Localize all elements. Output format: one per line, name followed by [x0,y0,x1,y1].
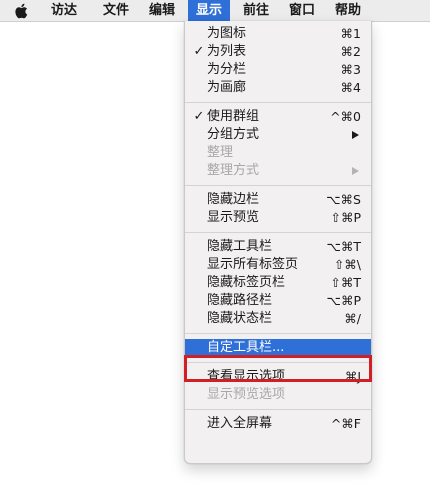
menu-item-label: 显示预览选项 [207,387,286,402]
menu-separator [185,232,371,233]
menu-item[interactable]: 隐藏工具栏 ⌥⌘T [185,238,371,256]
menu-item-label: 查看显示选项 [207,369,286,384]
menubar-item-4[interactable]: 前往 [238,0,274,22]
menu-item-label: 自定工具栏... [207,340,285,355]
menu-item-label: 隐藏状态栏 [207,311,273,326]
menubar-item-2[interactable]: 编辑 [142,0,182,22]
apple-logo-icon[interactable] [14,2,30,20]
menu-item[interactable]: 显示所有标签页 ⇧⌘\ [185,256,371,274]
menu-item-shortcut: ⌘3 [340,62,361,77]
menubar-item-3[interactable]: 显示 [188,0,230,22]
menu-item[interactable]: 查看显示选项 ⌘J [185,368,371,386]
menu-item[interactable]: 为分栏 ⌘3 [185,61,371,79]
menu-item[interactable]: 隐藏路径栏 ⌥⌘P [185,292,371,310]
checkmark-icon: ✓ [193,44,205,59]
view-menu-dropdown: 为图标 ⌘1 ✓ 为列表 ⌘2 为分栏 ⌘3 为画廊 ⌘4 ✓ 使用群组 ^⌘0 分组方式 整理 整理方式隐… [184,21,372,464]
menu-item-label: 隐藏标签页栏 [207,275,286,290]
menu-item-label: 为分栏 [207,62,247,77]
menu-item-shortcut: ⌘1 [340,26,361,41]
menubar-item-0[interactable]: 访达 [46,0,82,22]
menubar-item-6[interactable]: 帮助 [330,0,366,22]
menu-separator [185,102,371,103]
menu-item[interactable]: 隐藏标签页栏 ⇧⌘T [185,274,371,292]
menu-item-label: 为画廊 [207,80,247,95]
menu-item-shortcut: ⇧⌘\ [333,257,361,272]
menu-item-label: 为图标 [207,26,247,41]
menu-item[interactable]: 为画廊 ⌘4 [185,79,371,97]
menu-item-shortcut: ⌥⌘P [326,293,361,308]
menu-item-shortcut: ⌘J [344,369,361,384]
menu-item-shortcut: ⇧⌘P [330,210,361,225]
menu-item-label: 整理 [207,145,234,160]
menu-item[interactable]: 进入全屏幕 ^⌘F [185,415,371,433]
menu-item: 整理方式 [185,162,371,180]
menu-item[interactable]: 分组方式 [185,126,371,144]
menu-separator [185,333,371,334]
menu-separator [185,362,371,363]
menu-item-label: 显示所有标签页 [207,257,299,272]
menu-item: 显示预览选项 [185,386,371,404]
menu-item-label: 整理方式 [207,163,260,178]
menu-item-shortcut: ⌥⌘T [326,239,361,254]
menu-item-label: 隐藏路径栏 [207,293,273,308]
menu-item[interactable]: 隐藏边栏 ⌥⌘S [185,191,371,209]
menu-item-shortcut: ^⌘0 [330,109,361,124]
menu-item-label: 显示预览 [207,210,260,225]
menu-item-shortcut: ⌘/ [344,311,361,326]
menu-item-label: 隐藏边栏 [207,192,260,207]
menu-item[interactable]: 为图标 ⌘1 [185,25,371,43]
menu-item-shortcut: ⌘2 [340,44,361,59]
menu-item-label: 使用群组 [207,109,260,124]
menubar-item-5[interactable]: 窗口 [284,0,320,22]
menu-item-shortcut: ^⌘F [330,416,361,431]
menu-item-shortcut: ⌥⌘S [326,192,361,207]
menu-item-label: 为列表 [207,44,247,59]
menu-item[interactable]: 显示预览 ⇧⌘P [185,209,371,227]
menubar-item-1[interactable]: 文件 [98,0,134,22]
menu-item[interactable]: 自定工具栏... [185,339,371,357]
checkmark-icon: ✓ [193,109,205,124]
menu-item[interactable]: ✓ 为列表 ⌘2 [185,43,371,61]
menu-item-label: 分组方式 [207,127,260,142]
menu-item[interactable]: ✓ 使用群组 ^⌘0 [185,108,371,126]
menu-bar: 访达 文件 编辑 显示 前往 窗口 帮助 [0,0,430,22]
submenu-arrow-icon [352,167,359,175]
menu-item-label: 进入全屏幕 [207,416,273,431]
menu-separator [185,409,371,410]
menu-item-shortcut: ⇧⌘T [330,275,361,290]
menu-item-shortcut: ⌘4 [340,80,361,95]
menu-separator [185,185,371,186]
submenu-arrow-icon [352,131,359,139]
menu-item[interactable]: 隐藏状态栏 ⌘/ [185,310,371,328]
menu-item-label: 隐藏工具栏 [207,239,273,254]
menu-item: 整理 [185,144,371,162]
